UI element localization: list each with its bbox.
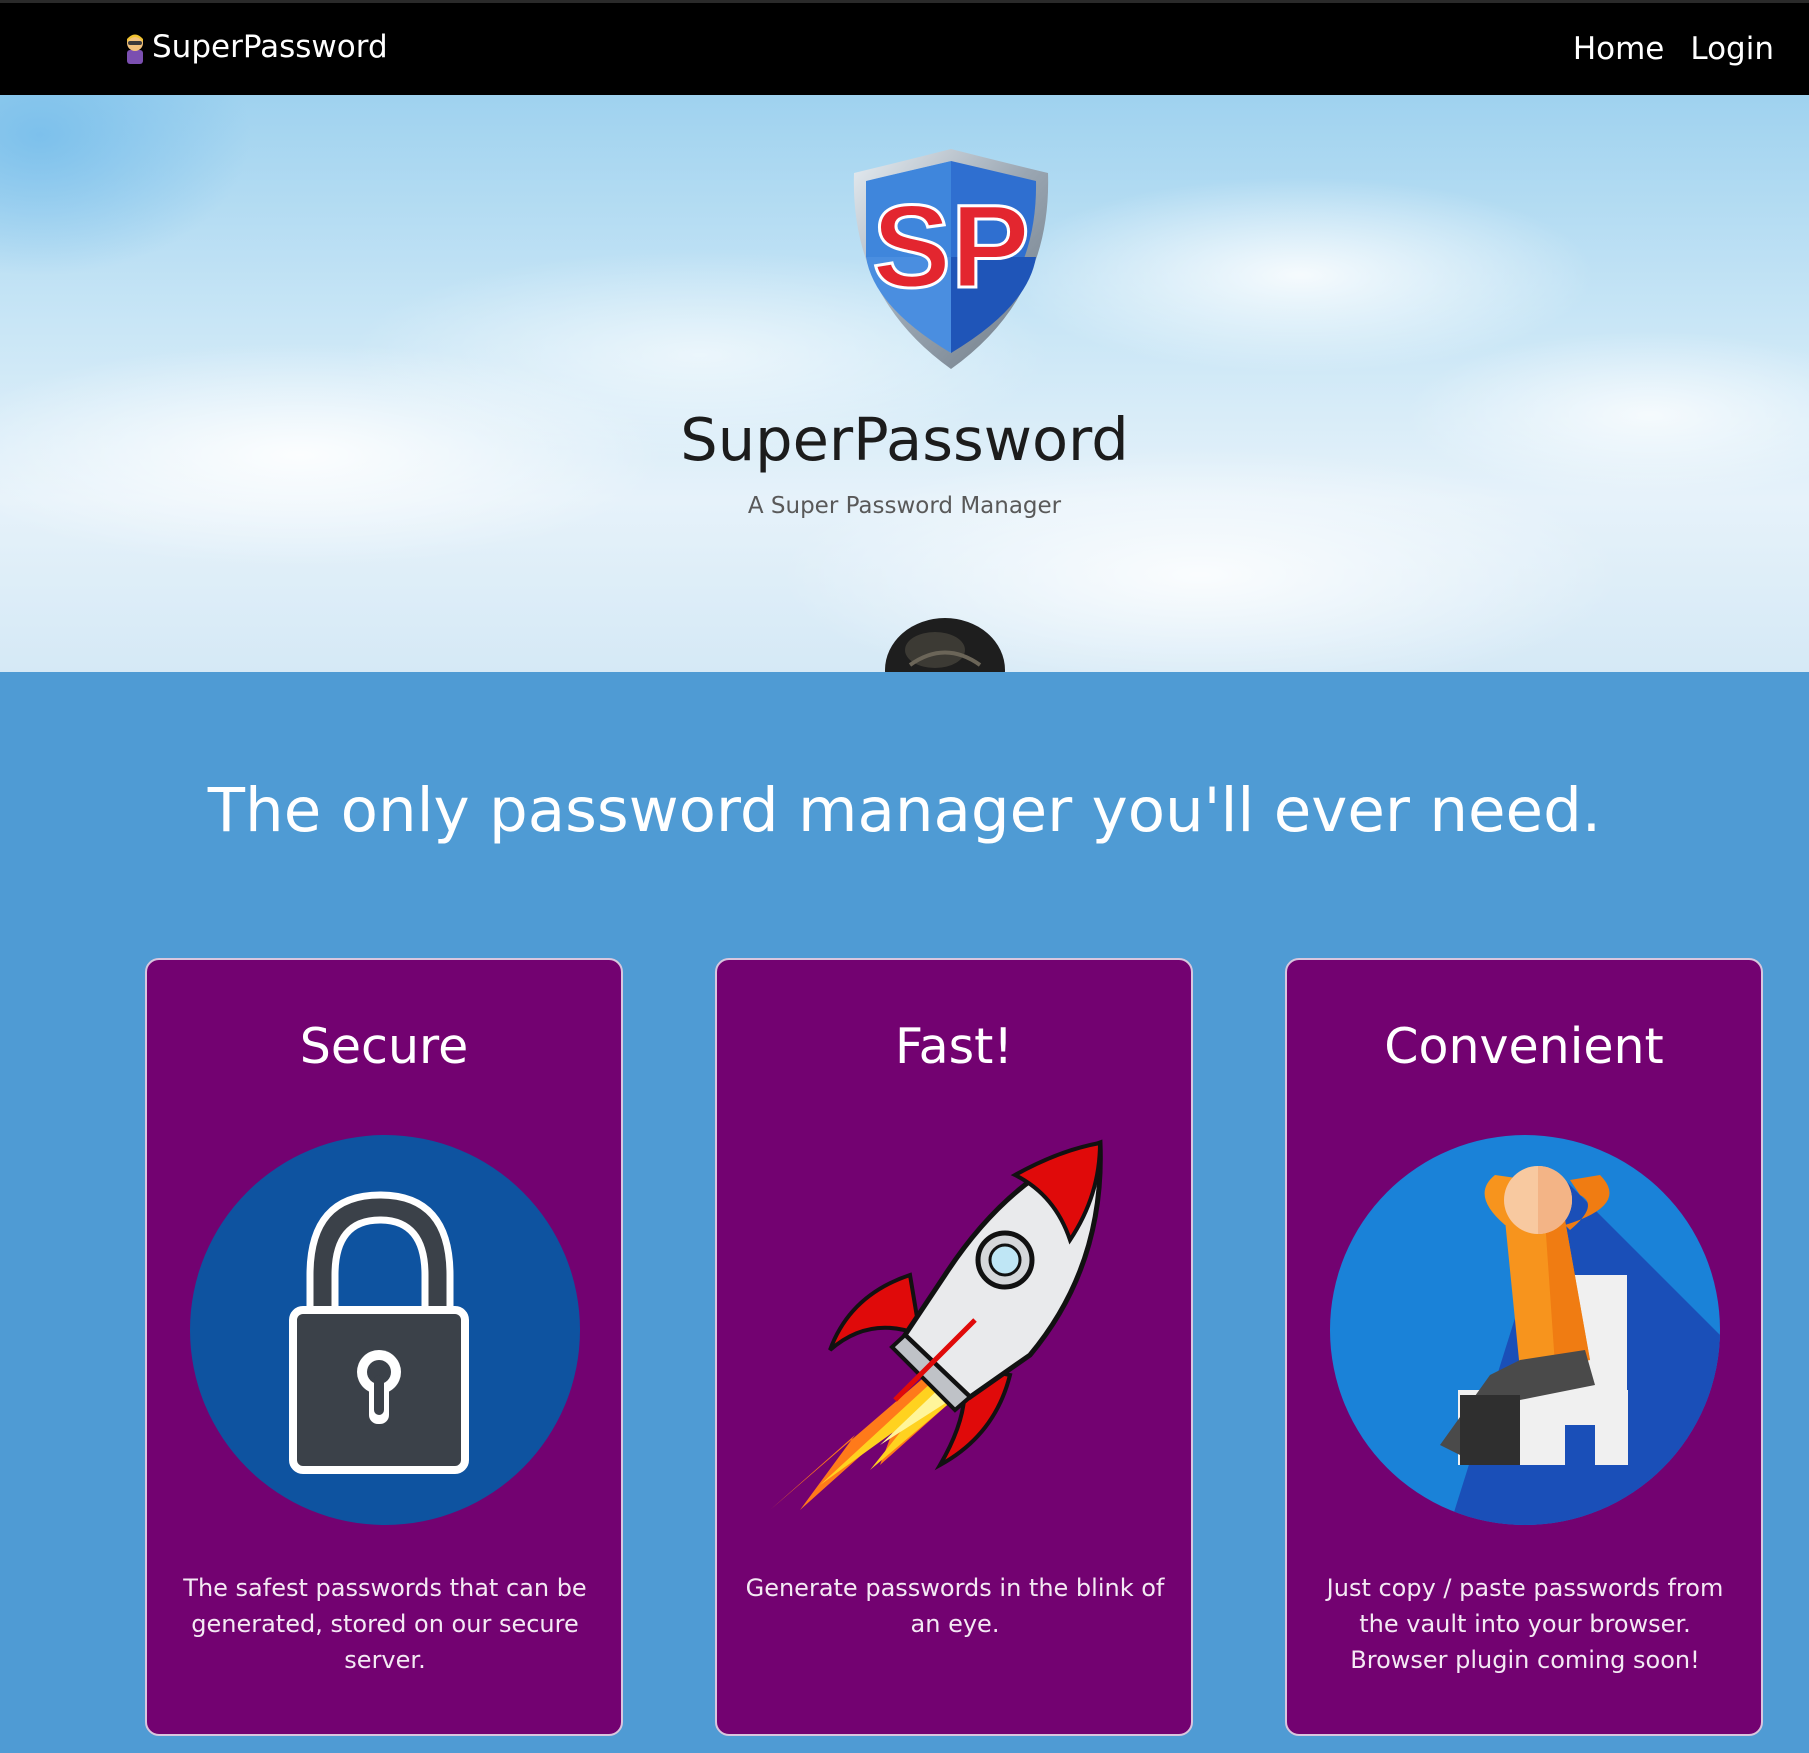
card-description: Generate passwords in the blink of an ey… bbox=[745, 1574, 1165, 1638]
brand-link[interactable]: SuperPassword bbox=[120, 29, 388, 65]
feature-card-convenient: Convenient Just copy / paste passwords f… bbox=[1285, 958, 1763, 1736]
hero-title: SuperPassword bbox=[680, 405, 1129, 474]
hero-subtitle: A Super Password Manager bbox=[747, 493, 1062, 519]
nav-links: Home Login bbox=[1573, 31, 1774, 67]
logo-text: SP bbox=[872, 181, 1029, 313]
rocket-icon bbox=[770, 1139, 1103, 1510]
feature-card-fast: Fast! Generate passwords in the blink of… bbox=[715, 958, 1193, 1736]
navbar: SuperPassword Home Login bbox=[0, 0, 1809, 95]
relaxing-person-icon bbox=[1330, 1135, 1720, 1525]
card-description: Just copy / paste passwords from the vau… bbox=[1326, 1574, 1724, 1674]
tagline: The only password manager you'll ever ne… bbox=[207, 775, 1602, 846]
hero-banner: SP SuperPassword A Super Password Manage… bbox=[0, 95, 1809, 672]
brand-name: SuperPassword bbox=[152, 29, 388, 65]
superhero-icon bbox=[127, 34, 143, 64]
card-title: Fast! bbox=[894, 1018, 1014, 1075]
padlock-icon bbox=[190, 1135, 580, 1525]
nav-home-link[interactable]: Home bbox=[1573, 31, 1665, 67]
hero-figure-image bbox=[885, 618, 1005, 672]
feature-card-secure: Secure The safest passwords that can be … bbox=[145, 958, 623, 1736]
card-title: Convenient bbox=[1384, 1018, 1664, 1075]
card-description: The safest passwords that can be generat… bbox=[183, 1574, 587, 1674]
sp-shield-logo: SP bbox=[853, 149, 1049, 369]
card-title: Secure bbox=[299, 1018, 469, 1075]
nav-login-link[interactable]: Login bbox=[1690, 31, 1774, 67]
